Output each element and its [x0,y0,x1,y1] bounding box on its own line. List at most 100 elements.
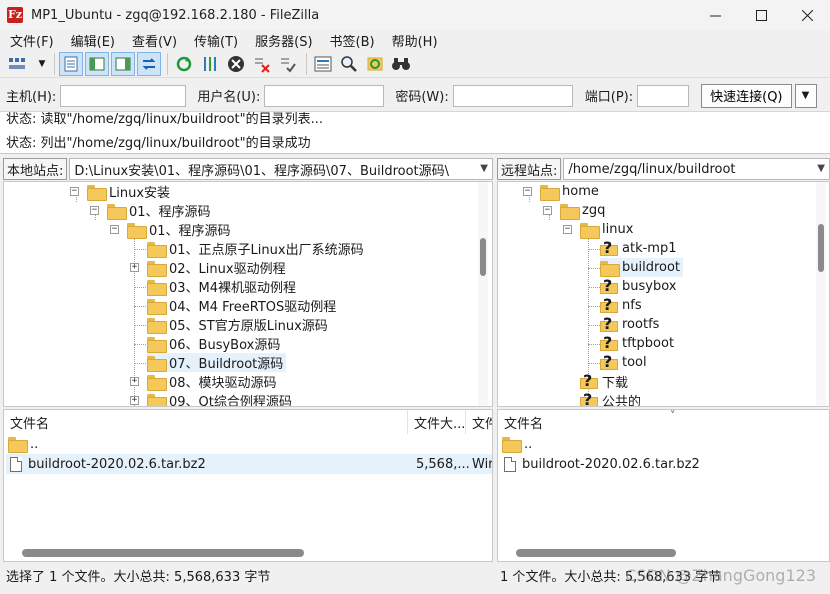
unknown-folder-icon: ? [600,238,618,257]
menu-transfer[interactable]: 传输(T) [188,31,244,50]
remote-site-label: 远程站点: [497,158,562,180]
synchronized-browsing-button[interactable] [363,52,387,76]
tree-item[interactable]: ? busybox [600,276,676,296]
tree-item[interactable]: + 09、Qt综合例程源码 [130,391,292,406]
file-size: 5,568,... [416,456,470,472]
tree-item[interactable]: 04、M4 FreeRTOS驱动例程 [147,296,336,315]
maximize-button[interactable] [738,0,784,30]
host-input[interactable] [60,84,187,107]
menu-edit[interactable]: 编辑(E) [65,31,121,50]
local-list-horizontal-scrollbar[interactable] [22,549,304,557]
collapse-icon[interactable]: − [523,187,532,196]
refresh-button[interactable] [172,52,196,76]
tree-item[interactable]: ? tftpboot [600,333,674,353]
collapse-icon[interactable]: − [563,225,572,234]
list-item[interactable]: buildroot-2020.02.6.tar.bz2 [504,454,700,474]
menu-bookmarks[interactable]: 书签(B) [324,31,381,50]
tree-item-label: 07、Buildroot源码 [169,357,284,372]
unknown-folder-icon: ? [600,276,618,295]
collapse-icon[interactable]: − [70,187,79,196]
folder-icon [107,203,127,220]
port-input[interactable] [637,84,690,107]
chevron-down-icon[interactable]: ▼ [480,163,488,174]
column-header-filename[interactable]: 文件名 v [498,410,829,434]
file-name: buildroot-2020.02.6.tar.bz2 [28,456,206,472]
toolbar-separator [167,52,168,75]
expand-icon[interactable]: + [130,377,139,386]
find-files-button[interactable] [389,52,413,76]
toggle-queue-button[interactable] [137,51,161,76]
tree-item[interactable]: ? tool [600,352,647,372]
list-item[interactable]: .. [8,434,488,454]
tree-item[interactable]: − linux [563,220,633,239]
tree-item[interactable]: ? rootfs [600,314,659,334]
search-button[interactable] [337,52,361,76]
quickconnect-button[interactable]: 快速连接(Q) [701,83,792,108]
list-item-selected[interactable]: buildroot-2020.02.6.tar.bz2 5,568,... Wi… [6,454,492,474]
collapse-icon[interactable]: − [543,206,552,215]
folder-icon [147,241,167,258]
tree-item[interactable]: + 08、模块驱动源码 [130,372,277,391]
toggle-remote-tree-button[interactable] [111,51,135,76]
toggle-log-button[interactable] [59,51,83,76]
tree-item[interactable]: − Linux安装 [70,182,170,201]
menu-server[interactable]: 服务器(S) [249,31,318,50]
tree-item[interactable]: 05、ST官方原版Linux源码 [147,315,328,334]
chevron-down-icon[interactable]: ▼ [817,163,825,174]
tree-item[interactable]: ? nfs [600,295,642,315]
folder-icon [147,355,167,372]
expand-icon[interactable]: + [130,263,139,272]
cancel-operation-button[interactable] [224,52,248,76]
tree-item[interactable]: − 01、程序源码 [90,201,211,220]
tree-item[interactable]: 01、正点原子Linux出厂系统源码 [147,239,364,258]
tree-item[interactable]: − home [523,182,599,201]
local-directory-tree: − Linux安装 − 01、程序源码 − 01、程序源码 01、正点原子Lin… [3,181,493,407]
local-tree-scrollbar[interactable] [478,182,488,406]
site-manager-dropdown[interactable]: ▼ [36,52,48,76]
process-queue-button[interactable] [198,52,222,76]
tree-item-label: 01、正点原子Linux出厂系统源码 [169,243,364,258]
expand-icon[interactable]: + [130,396,139,405]
tree-item-label: 03、M4裸机驱动例程 [169,281,297,296]
menu-view[interactable]: 查看(V) [126,31,183,50]
menu-file[interactable]: 文件(F) [4,31,60,50]
close-button[interactable] [784,0,830,30]
tree-item[interactable]: 06、BusyBox源码 [147,334,280,353]
password-input[interactable] [452,84,573,107]
tree-item-selected[interactable]: buildroot [600,258,684,277]
directory-listing-filter-button[interactable] [311,52,335,76]
column-header-filetype[interactable]: 文件 [466,410,492,434]
tree-item-selected[interactable]: 07、Buildroot源码 [147,353,287,372]
site-manager-button[interactable] [4,52,34,76]
scrollbar-thumb[interactable] [480,238,486,276]
collapse-icon[interactable]: − [110,225,119,234]
remote-tree-scrollbar[interactable] [816,182,826,406]
disconnect-button[interactable] [250,52,274,76]
toggle-local-tree-button[interactable] [85,51,109,76]
local-path-input[interactable]: D:\Linux安装\01、程序源码\01、程序源码\07、Buildroot源… [69,158,493,180]
quickconnect-history-dropdown[interactable]: ▼ [794,83,817,108]
tree-item[interactable]: ? 公共的 [580,390,641,406]
site-manager-icon [9,57,25,69]
column-header-filesize[interactable]: 文件大... [408,410,466,434]
username-input[interactable] [264,84,385,107]
tree-item-label: zgq [582,203,606,218]
list-item[interactable]: .. [502,434,532,454]
tree-item[interactable]: ? 下载 [580,371,628,391]
remote-path-input[interactable]: /home/zgq/linux/buildroot ▼ [563,158,830,180]
log-line: 状态: 读取"/home/zgq/linux/buildroot"的目录列表..… [6,112,323,127]
tree-item[interactable]: − 01、程序源码 [110,220,231,239]
scrollbar-thumb[interactable] [818,224,824,272]
collapse-icon[interactable]: − [90,206,99,215]
column-header-label: 文件大... [414,416,466,432]
minimize-button[interactable] [692,0,738,30]
folder-icon [147,374,167,391]
tree-item[interactable]: 03、M4裸机驱动例程 [147,277,296,296]
remote-list-horizontal-scrollbar[interactable] [516,549,676,557]
tree-item[interactable]: ? atk-mp1 [600,238,676,258]
tree-item[interactable]: + 02、Linux驱动例程 [130,258,286,277]
tree-item[interactable]: − zgq [543,201,605,220]
menu-help[interactable]: 帮助(H) [386,31,444,50]
reconnect-button[interactable] [276,52,300,76]
column-header-filename[interactable]: 文件名 ^ [4,410,408,434]
